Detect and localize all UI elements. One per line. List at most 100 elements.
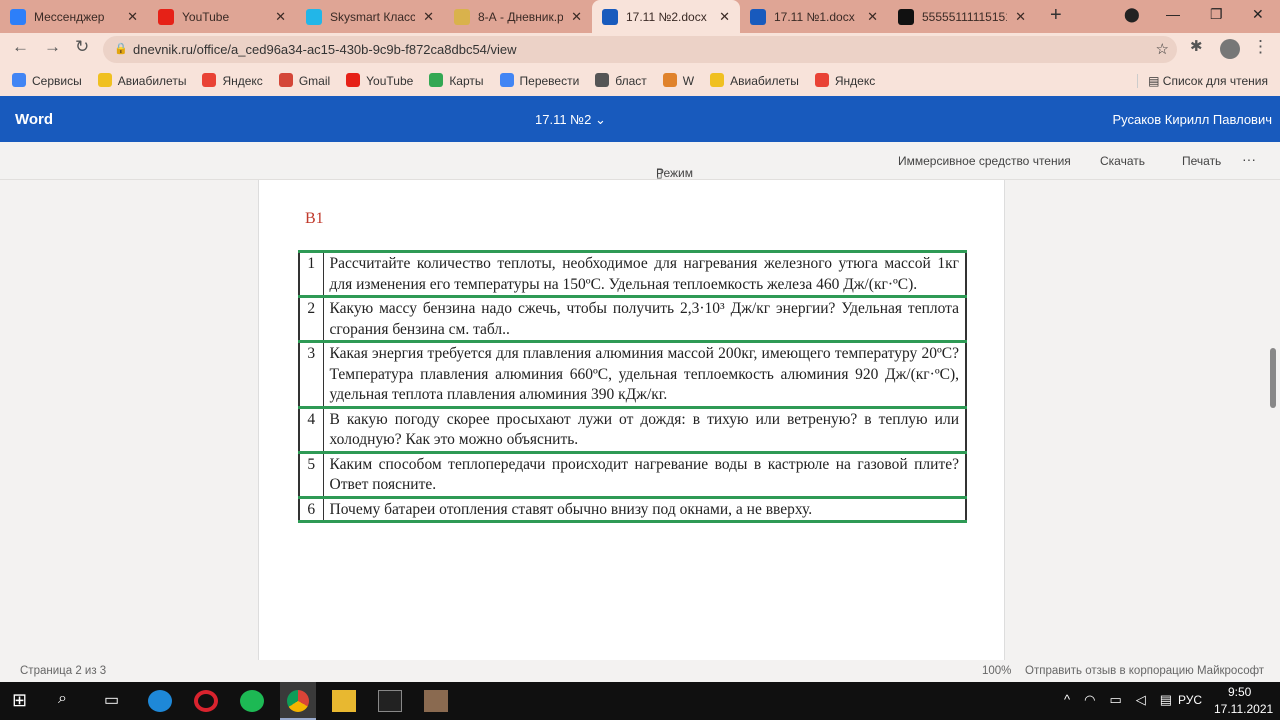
tray-icons[interactable]: ^◠▭◁▤ xyxy=(1064,692,1186,708)
bookmark-icon xyxy=(429,73,444,87)
close-tab-icon[interactable]: ✕ xyxy=(1015,9,1026,25)
tab-favicon-icon xyxy=(750,8,766,25)
tab-strip: Мессенджер ✕ YouTube ✕ Skysmart Класс ✕ 8-А - … xyxy=(0,0,1280,33)
extensions-icon[interactable]: ✱ xyxy=(1190,37,1203,55)
reading-list-icon: ▤ xyxy=(1148,73,1163,88)
reading-list-button[interactable]: ▤ Список для чтения xyxy=(1137,73,1268,88)
bookmark-item[interactable]: бласт xyxy=(595,73,647,88)
close-tab-icon[interactable]: ✕ xyxy=(571,9,582,25)
reload-button[interactable]: ↻ xyxy=(75,37,89,57)
question-number: 6 xyxy=(298,495,324,523)
app-name[interactable]: Word xyxy=(15,111,53,128)
browser-tab[interactable]: YouTube ✕ xyxy=(148,0,296,33)
bookmark-item[interactable]: YouTube xyxy=(346,73,413,88)
game-app-icon[interactable] xyxy=(424,690,448,712)
close-tab-icon[interactable]: ✕ xyxy=(719,9,730,25)
clock-time[interactable]: 9:50 xyxy=(1228,685,1251,699)
question-row: 3 Какая энергия требуется для плавления а… xyxy=(298,340,967,409)
maximize-button[interactable]: ❐ xyxy=(1210,6,1223,23)
question-number: 5 xyxy=(298,450,324,499)
feedback-link[interactable]: Отправить отзыв в корпорацию Майкрософт xyxy=(1025,665,1264,677)
forward-button[interactable]: → xyxy=(44,37,61,57)
close-tab-icon[interactable]: ✕ xyxy=(423,9,434,25)
bookmark-icon xyxy=(814,73,829,87)
profile-avatar[interactable] xyxy=(1220,39,1240,59)
question-text: Рассчитайте количество теплоты, необходи… xyxy=(323,250,967,298)
browser-tab[interactable]: 17.11 №1.docx ✕ xyxy=(740,0,888,33)
question-number: 1 xyxy=(298,250,324,298)
terminal-icon[interactable] xyxy=(378,690,402,712)
browser-tab[interactable]: Skysmart Класс ✕ xyxy=(296,0,444,33)
bookmark-icon xyxy=(662,73,677,87)
bookmark-icon xyxy=(12,73,26,87)
user-name[interactable]: Русаков Кирилл Павлович xyxy=(1112,112,1272,127)
question-number: 2 xyxy=(298,295,324,343)
address-bar-row: ← → ↻ 🔒 dnevnik.ru/office/a_ced96a34-ac1… xyxy=(0,33,1280,65)
windows-start-icon[interactable]: ⊞ xyxy=(12,690,36,712)
bookmark-icon xyxy=(97,73,112,87)
more-options-button[interactable]: ··· xyxy=(1242,151,1256,167)
spotify-icon[interactable] xyxy=(240,690,264,712)
task-view-icon[interactable]: ▭ xyxy=(104,690,128,712)
bookmark-item[interactable]: Сервисы xyxy=(12,73,82,88)
question-text: Каким способом теплопередачи происходит … xyxy=(323,450,967,499)
search-icon[interactable]: ⌕ xyxy=(58,690,82,712)
file-explorer-icon[interactable] xyxy=(332,690,356,712)
question-number: 4 xyxy=(298,405,324,454)
document-page: В1 1 Рассчитайте количество теплоты, необ… xyxy=(258,180,1005,660)
bookmark-item[interactable]: Авиабилеты xyxy=(97,73,186,88)
question-text: Какую массу бензина надо сжечь, чтобы по… xyxy=(323,295,967,343)
bookmark-item[interactable]: Яндекс xyxy=(814,73,875,88)
close-tab-icon[interactable]: ✕ xyxy=(127,9,138,25)
bookmark-icon xyxy=(346,73,361,87)
chrome-icon[interactable] xyxy=(280,682,316,720)
close-tab-icon[interactable]: ✕ xyxy=(867,9,878,25)
bookmark-icon xyxy=(278,73,293,87)
bookmark-item[interactable]: Gmail xyxy=(278,73,330,88)
word-header: Word 17.11 №2 ⌄ Русаков Кирилл Павлович xyxy=(0,96,1280,142)
zoom-level[interactable]: 100% xyxy=(982,665,1011,677)
lock-icon: 🔒 xyxy=(114,43,128,55)
url-input[interactable]: 🔒 dnevnik.ru/office/a_ced96a34-ac15-430b… xyxy=(103,36,1177,63)
back-button[interactable]: ← xyxy=(12,37,29,57)
scrollbar-thumb[interactable] xyxy=(1270,348,1276,408)
bookmark-star-icon[interactable]: ☆ xyxy=(1156,36,1169,63)
minimize-button[interactable]: — xyxy=(1166,6,1180,22)
section-heading: В1 xyxy=(305,210,324,227)
question-row: 1 Рассчитайте количество теплоты, необход… xyxy=(298,250,967,298)
close-window-button[interactable]: ✕ xyxy=(1252,6,1264,23)
immersive-reader-button[interactable]: Иммерсивное средство чтения xyxy=(898,154,1071,168)
tab-favicon-icon xyxy=(10,8,26,25)
profile-dropdown-icon[interactable]: ⬤ xyxy=(1124,6,1140,23)
close-tab-icon[interactable]: ✕ xyxy=(275,9,286,25)
language-indicator[interactable]: РУС xyxy=(1178,693,1202,707)
question-row: 4В какую погоду скорее просыхают лужи от… xyxy=(298,405,967,454)
bookmark-item[interactable]: Авиабилеты xyxy=(710,73,799,88)
new-tab-button[interactable]: + xyxy=(1050,4,1062,27)
bookmark-item[interactable]: Карты xyxy=(429,73,484,88)
clock-date[interactable]: 17.11.2021 xyxy=(1214,702,1273,716)
browser-tab[interactable]: 8-А - Дневник.ру ✕ xyxy=(444,0,592,33)
bookmark-icon xyxy=(499,73,514,87)
menu-icon[interactable]: ⋮ xyxy=(1252,37,1269,57)
word-toolbar: ▯ Режим специальных возможностей Иммерси… xyxy=(0,142,1280,208)
question-text: В какую погоду скорее просыхают лужи от … xyxy=(323,405,967,454)
bookmark-icon xyxy=(710,73,725,87)
tab-favicon-icon xyxy=(454,8,470,25)
download-button[interactable]: Скачать xyxy=(1100,154,1145,168)
browser-tab[interactable]: 17.11 №2.docx ✕ xyxy=(592,0,740,33)
chevron-down-icon: ⌄ xyxy=(594,112,606,127)
doc-title-button[interactable]: 17.11 №2 ⌄ xyxy=(535,112,606,128)
bookmark-item[interactable]: Перевести xyxy=(499,73,579,88)
page-indicator: Страница 2 из 3 xyxy=(20,665,107,677)
bookmark-item[interactable]: Яндекс xyxy=(202,73,263,88)
opera-icon[interactable] xyxy=(194,690,218,712)
tab-favicon-icon xyxy=(602,8,618,25)
browser-tab[interactable]: Мессенджер ✕ xyxy=(0,0,148,33)
browser-tab[interactable]: 55555111115151 ✕ xyxy=(888,0,1036,33)
bookmark-item[interactable]: W xyxy=(662,73,694,88)
edge-icon[interactable] xyxy=(148,690,172,712)
question-text: Какая энергия требуется для плавления ал… xyxy=(323,340,967,409)
print-button[interactable]: Печать xyxy=(1182,154,1221,168)
tab-favicon-icon xyxy=(898,8,914,25)
